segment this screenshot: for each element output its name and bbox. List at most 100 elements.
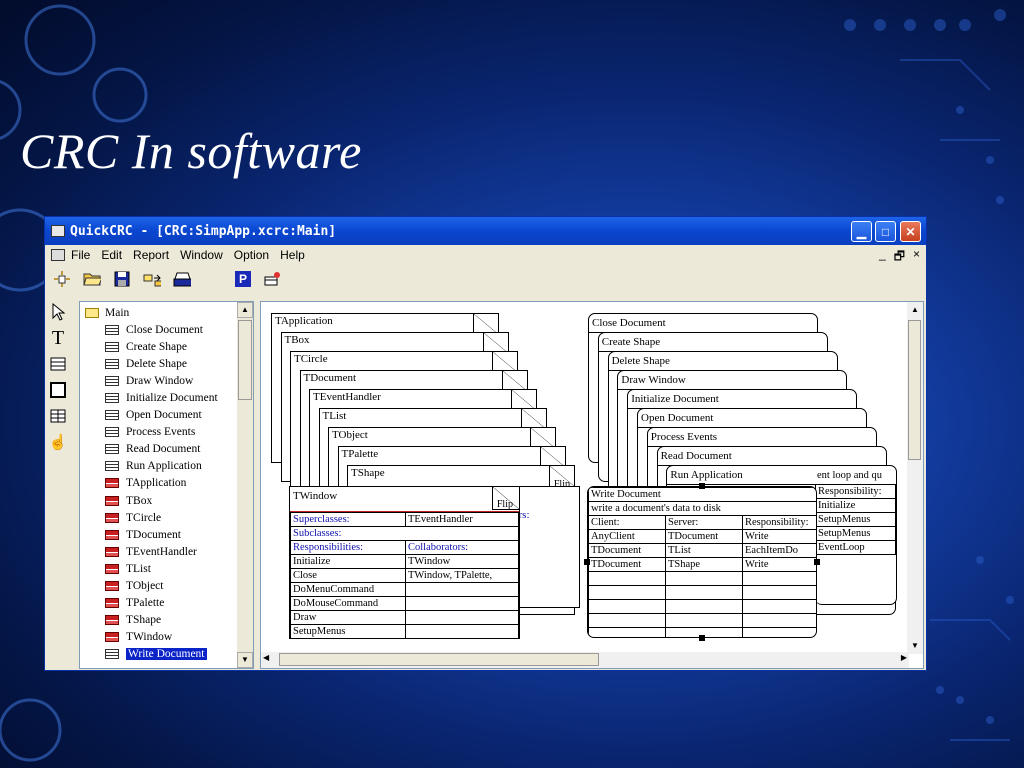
tree-item[interactable]: Initialize Document: [83, 389, 253, 406]
tree-item[interactable]: TCircle: [83, 509, 253, 526]
scenario-card-write-document[interactable]: Write Document write a document's data t…: [587, 486, 817, 638]
table-row: AnyClient TDocument Write: [588, 529, 816, 544]
scroll-left-arrow-icon[interactable]: ◀: [263, 653, 269, 662]
tree-item[interactable]: Draw Window: [83, 372, 253, 389]
scenario-card-name: Open Document: [641, 412, 714, 424]
tree-item[interactable]: Run Application: [83, 458, 253, 475]
tree-item[interactable]: Write Document: [83, 646, 253, 663]
scroll-down-arrow-icon[interactable]: ▼: [907, 638, 923, 654]
tree-item[interactable]: TWindow: [83, 629, 253, 646]
tree-item-label: TPalette: [126, 597, 165, 610]
horizontal-scroll-thumb[interactable]: [279, 653, 599, 666]
document-icon[interactable]: [51, 249, 65, 261]
scenario-cell: TShape: [665, 557, 743, 572]
save-icon[interactable]: [113, 270, 131, 288]
tree-item[interactable]: TEventHandler: [83, 543, 253, 560]
mdi-restore-button[interactable]: 🗗: [894, 247, 905, 268]
selection-handle[interactable]: [699, 483, 705, 489]
scenario-card-name: Draw Window: [621, 374, 686, 386]
scroll-up-arrow-icon[interactable]: ▲: [907, 302, 923, 318]
collaborator-cell: TWindow, TPalette,: [405, 568, 519, 583]
class-card-name: TShape: [351, 467, 385, 479]
scroll-right-arrow-icon[interactable]: ▶: [901, 653, 907, 662]
menu-help[interactable]: Help: [280, 248, 305, 262]
crc-canvas[interactable]: TApplication TBox TCircle TDocument TEventHa…: [260, 301, 924, 669]
tree-item[interactable]: TApplication: [83, 475, 253, 492]
scenario-icon: [105, 393, 119, 404]
close-button[interactable]: ✕: [900, 221, 921, 242]
tree-item[interactable]: TList: [83, 560, 253, 577]
tree-item[interactable]: TObject: [83, 578, 253, 595]
scenario-description: write a document's data to disk: [588, 501, 816, 516]
canvas-horizontal-scrollbar[interactable]: ◀ ▶: [261, 652, 909, 668]
text-tool-icon[interactable]: T: [49, 327, 67, 349]
menu-edit[interactable]: Edit: [101, 248, 122, 262]
selection-handle[interactable]: [584, 559, 590, 565]
open-folder-icon[interactable]: [83, 270, 101, 288]
tree-item[interactable]: Process Events: [83, 424, 253, 441]
scenario-cell: AnyClient: [588, 529, 666, 544]
tree-item-label: Delete Shape: [126, 357, 187, 370]
vertical-scroll-thumb[interactable]: [908, 320, 921, 460]
menu-file[interactable]: File: [71, 248, 90, 262]
minimize-icon: ▁: [856, 224, 867, 239]
tree-item[interactable]: Open Document: [83, 407, 253, 424]
class-card-twindow[interactable]: TWindow Flip Superclasses: TEventHandler …: [289, 486, 520, 639]
eraser-icon[interactable]: [263, 270, 281, 288]
minimize-button[interactable]: ▁: [851, 221, 872, 242]
scenario-cell: [665, 599, 743, 614]
selection-handle[interactable]: [699, 635, 705, 641]
print-icon[interactable]: [173, 270, 191, 288]
tree-item[interactable]: TPalette: [83, 595, 253, 612]
tree-item-label: Draw Window: [126, 374, 194, 387]
tree-scrollbar[interactable]: ▲ ▼: [237, 302, 253, 668]
menu-report[interactable]: Report: [133, 248, 169, 262]
table-row: TDocument TList EachItemDo: [588, 543, 816, 558]
table-row: Close TWindow, TPalette,: [290, 568, 519, 583]
selection-handle[interactable]: [814, 559, 820, 565]
class-card-icon: [105, 581, 119, 592]
scenario-icon: [105, 375, 119, 386]
tree-item[interactable]: TBox: [83, 492, 253, 509]
scroll-down-arrow-icon[interactable]: ▼: [237, 652, 253, 668]
scenario-name: Write Document: [588, 487, 816, 502]
tree-item[interactable]: Close Document: [83, 321, 253, 338]
scroll-thumb[interactable]: [238, 320, 252, 400]
class-card-icon: [105, 478, 119, 489]
tree-item-label: Open Document: [126, 409, 202, 422]
export-icon[interactable]: [143, 270, 161, 288]
scroll-up-arrow-icon[interactable]: ▲: [237, 302, 253, 318]
mdi-close-button[interactable]: ×: [913, 247, 920, 268]
class-card-name: TCircle: [294, 353, 328, 365]
tree-item-label: TWindow: [126, 631, 173, 644]
box-tool-icon[interactable]: [49, 381, 67, 399]
tree-item[interactable]: Create Shape: [83, 338, 253, 355]
pointer-icon[interactable]: [49, 303, 67, 321]
p-icon[interactable]: P: [235, 271, 251, 287]
scenario-icon: [105, 649, 119, 660]
scenario-card-behind: ent loop and qu Responsibility: Initiali…: [815, 465, 897, 605]
card-tool-icon[interactable]: [49, 355, 67, 373]
tree-item-label: TCircle: [126, 511, 162, 524]
menu-option[interactable]: Option: [234, 248, 269, 262]
tree-item[interactable]: TDocument: [83, 526, 253, 543]
title-bar[interactable]: QuickCRC - [CRC:SimpApp.xcrc:Main] ▁ □ ✕: [45, 217, 926, 245]
tree-item-label: Read Document: [126, 443, 201, 456]
toolbar: P: [45, 265, 926, 293]
canvas-vertical-scrollbar[interactable]: ▲ ▼: [907, 302, 923, 654]
tree-root[interactable]: Main: [83, 304, 253, 321]
new-icon[interactable]: [53, 270, 71, 288]
mdi-minimize-button[interactable]: _: [879, 247, 886, 268]
class-card-icon: [105, 598, 119, 609]
tree-item-label: Close Document: [126, 323, 203, 336]
tree-item[interactable]: Read Document: [83, 441, 253, 458]
class-card-name: TEventHandler: [313, 391, 381, 403]
grid-tool-icon[interactable]: [49, 407, 67, 425]
scenario-icon: [105, 341, 119, 352]
menu-window[interactable]: Window: [180, 248, 223, 262]
maximize-button[interactable]: □: [875, 221, 896, 242]
tree-item[interactable]: Delete Shape: [83, 355, 253, 372]
hand-icon[interactable]: ☝: [49, 433, 68, 451]
tree-item[interactable]: TShape: [83, 612, 253, 629]
responsibilities-label: Responsibilities:: [290, 540, 406, 555]
